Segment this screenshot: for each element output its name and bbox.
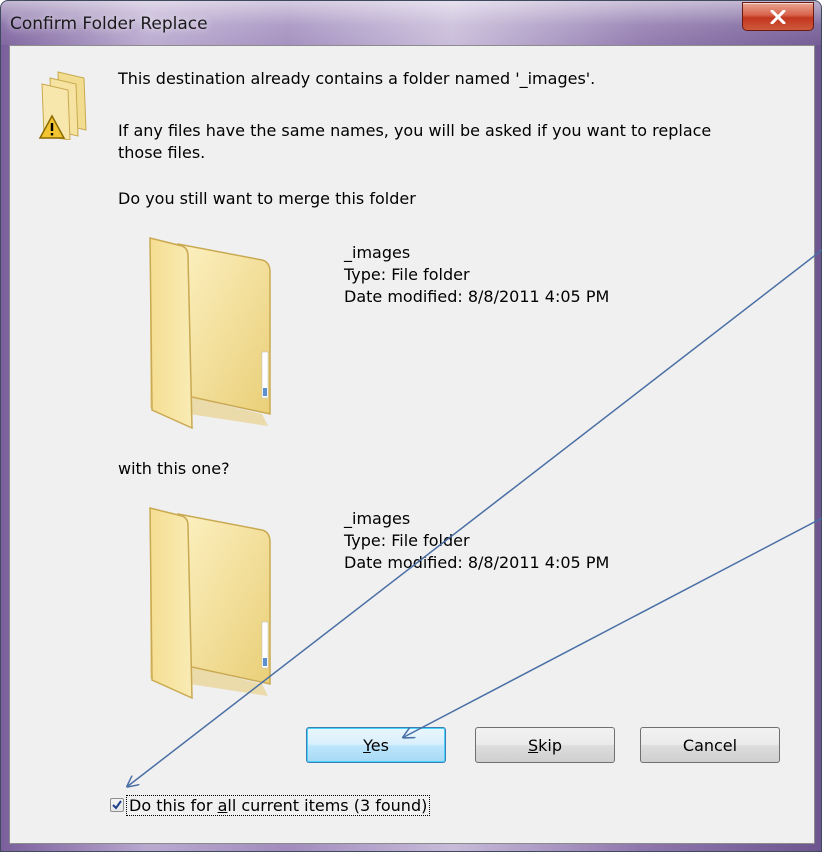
cancel-label: Cancel: [682, 735, 738, 755]
merge-prompt: Do you still want to merge this folder: [118, 189, 416, 208]
skip-button[interactable]: Skip: [475, 727, 615, 763]
checkbox-label-post: ll current items (3 found): [227, 795, 428, 815]
close-icon: [770, 9, 786, 24]
apply-to-all-label[interactable]: Do this for all current items (3 found): [125, 794, 431, 816]
dest-folder-modified: Date modified: 8/8/2011 4:05 PM: [344, 553, 610, 572]
checkbox-label-pre: Do this for: [129, 795, 218, 815]
checkbox-label-mnemonic: a: [217, 795, 228, 815]
folder-icon: [149, 507, 271, 700]
skip-mnemonic: S: [527, 735, 539, 755]
dest-folder-type: Type: File folder: [344, 531, 470, 550]
yes-mnemonic: Y: [363, 735, 371, 755]
apply-to-all-checkbox[interactable]: [110, 798, 124, 812]
title-bar[interactable]: Confirm Folder Replace: [1, 1, 821, 45]
warning-folder-icon: [38, 71, 87, 140]
dialog-body: This destination already contains a fold…: [9, 45, 815, 844]
check-icon: [112, 800, 122, 810]
message-line-2a: If any files have the same names, you wi…: [118, 121, 712, 140]
window-title: Confirm Folder Replace: [10, 14, 208, 34]
dest-folder-name: _images: [344, 509, 411, 528]
yes-label: es: [370, 735, 389, 755]
with-this-one: with this one?: [118, 459, 230, 478]
yes-button[interactable]: Yes: [306, 727, 446, 763]
source-folder-type: Type: File folder: [344, 265, 470, 284]
dialog-window: Confirm Folder Replace This destination …: [0, 0, 822, 852]
close-button[interactable]: [742, 2, 814, 31]
message-line-1: This destination already contains a fold…: [118, 69, 596, 88]
apply-to-all-option[interactable]: Do this for all current items (3 found): [110, 793, 431, 817]
message-line-2b: those files.: [118, 143, 206, 162]
skip-label: kip: [538, 735, 563, 755]
cancel-button[interactable]: Cancel: [640, 727, 780, 763]
source-folder-modified: Date modified: 8/8/2011 4:05 PM: [344, 287, 610, 306]
folder-icon: [149, 237, 271, 430]
source-folder-name: _images: [344, 243, 411, 262]
